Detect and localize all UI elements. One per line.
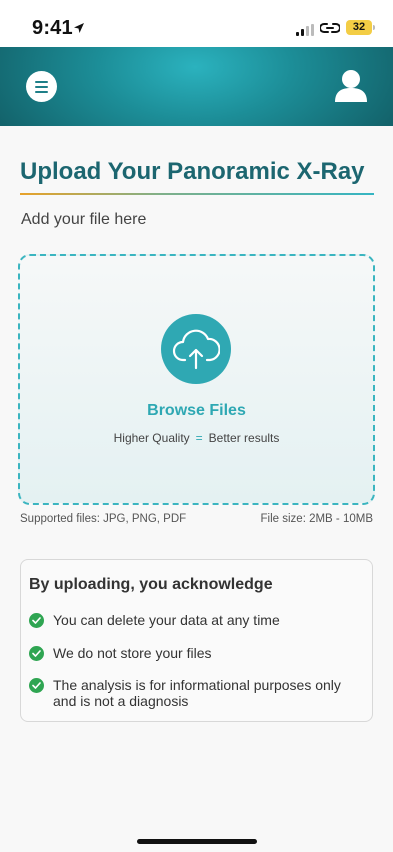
quality-hint-left: Higher Quality — [113, 431, 190, 445]
supported-files-text: Supported files: JPG, PNG, PDF — [20, 513, 187, 525]
acknowledge-title: By uploading, you acknowledge — [29, 576, 273, 593]
file-size-text: File size: 2MB - 10MB — [260, 513, 373, 525]
battery-level: 32 — [346, 20, 372, 35]
menu-button[interactable] — [26, 71, 57, 102]
quality-hint-equals: = — [195, 431, 203, 445]
page-title: Upload Your Panoramic X-Ray — [20, 158, 365, 185]
home-indicator — [137, 839, 257, 844]
browse-files-link[interactable]: Browse Files — [20, 402, 373, 420]
location-arrow-icon — [73, 21, 85, 39]
app-header — [0, 47, 393, 126]
status-bar: 9:41 32 — [0, 0, 393, 47]
quality-hint: Higher Quality = Better results — [20, 431, 373, 445]
title-underline — [20, 193, 374, 195]
battery-tip — [373, 25, 375, 30]
profile-button[interactable] — [334, 69, 368, 108]
cloud-upload-icon — [172, 329, 220, 370]
status-time: 9:41 — [32, 17, 73, 39]
list-item-text: You can delete your data at any time — [53, 612, 280, 628]
check-circle-icon — [29, 613, 44, 628]
quality-hint-right: Better results — [208, 431, 280, 445]
cellular-signal-icon — [296, 23, 314, 41]
check-circle-icon — [29, 646, 44, 661]
file-drop-zone[interactable]: Browse Files Higher Quality = Better resul… — [18, 254, 375, 505]
upload-button[interactable] — [161, 314, 231, 384]
personal-hotspot-icon — [319, 21, 341, 40]
check-circle-icon — [29, 678, 44, 693]
page-subtitle: Add your file here — [21, 211, 147, 228]
list-item-text: We do not store your files — [53, 645, 212, 661]
list-item-text: The analysis is for informational purpos… — [53, 677, 341, 709]
user-profile-icon — [335, 70, 367, 102]
acknowledge-card: By uploading, you acknowledge You can de… — [20, 559, 373, 722]
